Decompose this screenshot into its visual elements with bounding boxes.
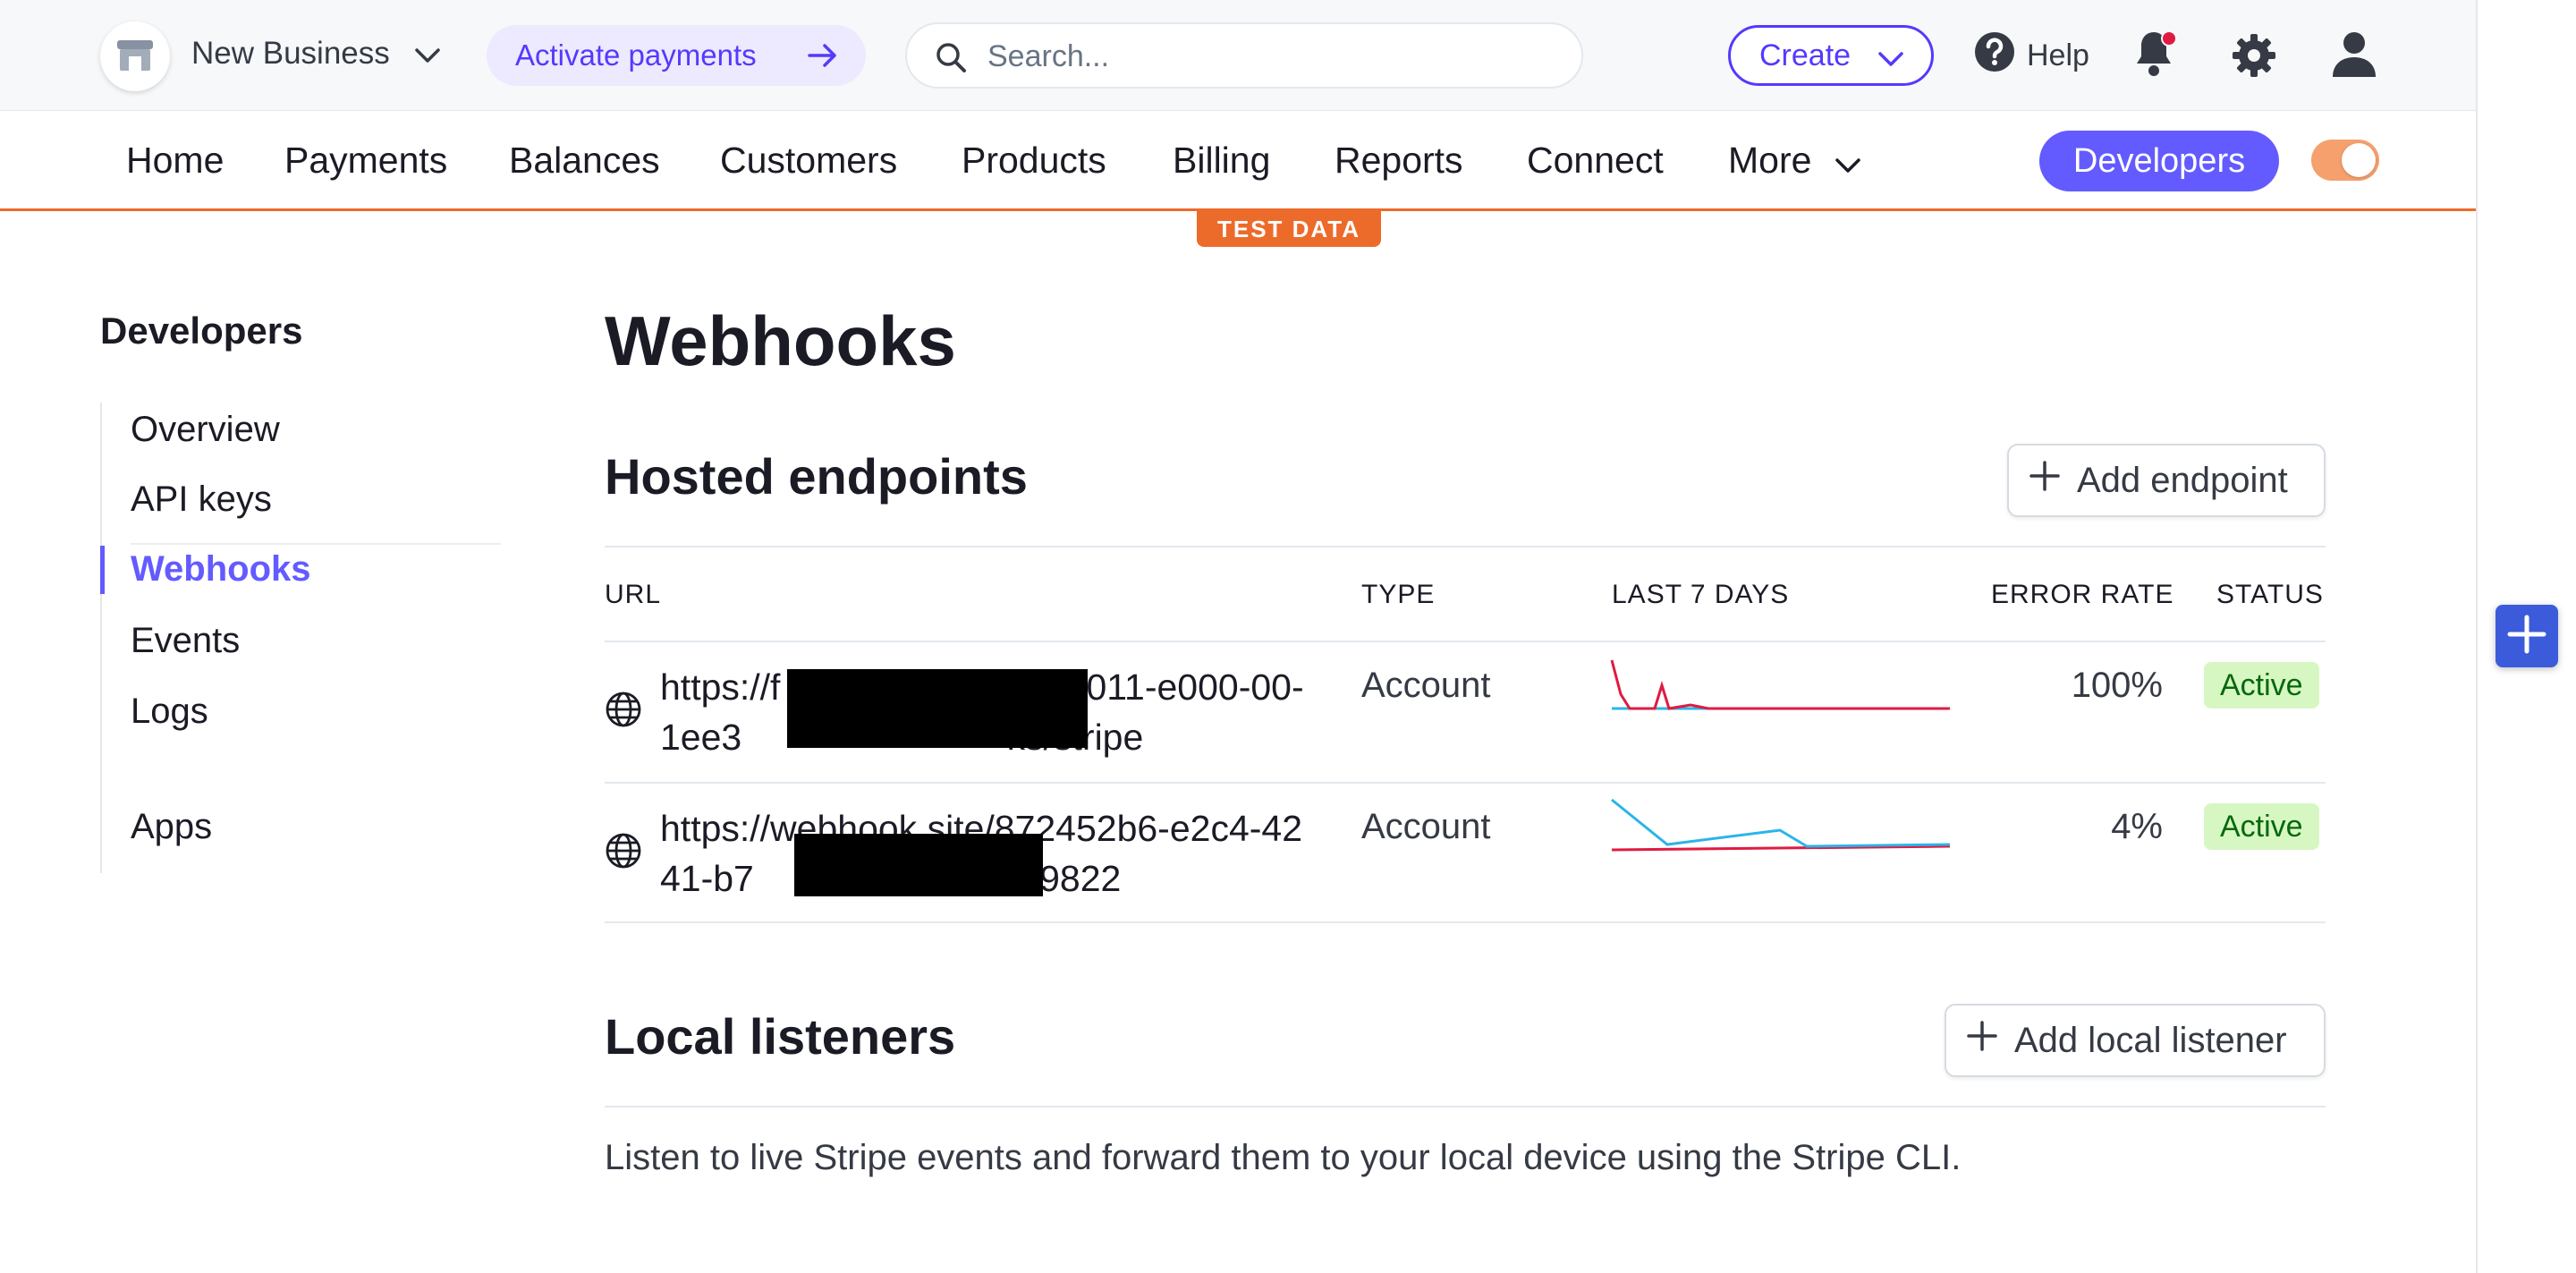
- add-endpoint-button[interactable]: Add endpoint: [2007, 444, 2326, 517]
- page-edge-divider: [2476, 0, 2478, 1273]
- nav-home[interactable]: Home: [126, 140, 224, 182]
- search-icon: [934, 40, 968, 79]
- sparkline-error-line: [1610, 659, 1950, 710]
- globe-icon: [605, 832, 642, 874]
- row-divider: [605, 782, 2326, 784]
- notifications-button[interactable]: [2132, 29, 2182, 82]
- local-listeners-divider: [605, 1106, 2326, 1108]
- developers-button[interactable]: Developers: [2039, 131, 2279, 191]
- column-header-type: TYPE: [1361, 580, 1436, 609]
- sidebar-item-overview[interactable]: Overview: [131, 410, 280, 450]
- status-badge: Active: [2204, 662, 2319, 709]
- chevron-down-icon[interactable]: [1830, 149, 1866, 186]
- sidebar-rail: [100, 403, 102, 873]
- column-header-last-7-days: LAST 7 DAYS: [1612, 580, 1790, 609]
- sidebar-title: Developers: [100, 310, 303, 352]
- redaction-box: [794, 834, 1043, 896]
- column-header-error-rate: ERROR RATE: [1991, 580, 2174, 609]
- error-rate: 100%: [2071, 666, 2163, 705]
- nav-payments[interactable]: Payments: [284, 140, 447, 182]
- search-input[interactable]: [987, 37, 1560, 76]
- business-logo[interactable]: [100, 21, 170, 91]
- table-header-divider: [605, 641, 2326, 642]
- sidebar-divider: [131, 543, 501, 545]
- user-icon[interactable]: [2331, 30, 2377, 83]
- plus-icon: [2029, 460, 2061, 501]
- sparkline-chart: [1610, 659, 1950, 710]
- arrow-right-icon: [807, 41, 839, 77]
- sidebar-active-indicator: [100, 546, 105, 594]
- activate-payments-button[interactable]: Activate payments: [487, 25, 866, 86]
- business-name[interactable]: New Business: [191, 36, 390, 72]
- store-icon: [115, 37, 155, 77]
- help-label: Help: [2027, 38, 2089, 72]
- sidebar-item-api-keys[interactable]: API keys: [131, 479, 272, 520]
- page-title: Webhooks: [605, 301, 956, 380]
- sparkline-success-line: [1611, 798, 1951, 848]
- globe-icon: [605, 691, 642, 733]
- nav-reports[interactable]: Reports: [1335, 140, 1463, 182]
- endpoint-type: Account: [1361, 807, 1491, 846]
- add-local-listener-button[interactable]: Add local listener: [1945, 1004, 2326, 1077]
- hosted-endpoints-title: Hosted endpoints: [605, 448, 1028, 505]
- add-local-listener-label: Add local listener: [2014, 1020, 2287, 1060]
- create-button[interactable]: Create: [1728, 25, 1934, 86]
- create-label: Create: [1759, 38, 1852, 72]
- bell-icon: [2132, 32, 2175, 82]
- sparkline-error-line: [1611, 844, 1951, 852]
- plus-icon: [1966, 1020, 1998, 1061]
- nav-billing[interactable]: Billing: [1173, 140, 1270, 182]
- column-header-status: STATUS: [2216, 580, 2324, 609]
- nav-connect[interactable]: Connect: [1527, 140, 1664, 182]
- endpoint-type: Account: [1361, 666, 1491, 705]
- plus-icon: [2506, 614, 2547, 659]
- column-header-url: URL: [605, 580, 662, 609]
- local-listeners-title: Local listeners: [605, 1008, 956, 1065]
- nav-customers[interactable]: Customers: [720, 140, 897, 182]
- gear-icon[interactable]: [2231, 32, 2277, 83]
- nav-balances[interactable]: Balances: [509, 140, 660, 182]
- sidebar-item-logs[interactable]: Logs: [131, 692, 208, 732]
- add-endpoint-label: Add endpoint: [2077, 460, 2288, 500]
- test-data-badge: TEST DATA: [1197, 211, 1381, 247]
- activate-payments-label: Activate payments: [515, 38, 757, 72]
- sparkline-chart: [1611, 798, 1951, 852]
- help-button[interactable]: Help: [1973, 30, 2089, 81]
- toggle-knob: [2342, 143, 2376, 177]
- nav-more[interactable]: More: [1728, 140, 1811, 182]
- table-bottom-divider: [605, 921, 2326, 923]
- error-rate: 4%: [2111, 807, 2163, 846]
- top-bar: New Business Activate payments Create He…: [0, 0, 2476, 111]
- sidebar-item-apps[interactable]: Apps: [131, 807, 212, 847]
- main-nav: Home Payments Balances Customers Product…: [0, 111, 2476, 211]
- redaction-box: [787, 669, 1088, 748]
- search-bar[interactable]: [905, 22, 1583, 89]
- chevron-down-icon: [1876, 44, 1906, 82]
- floating-add-button[interactable]: [2496, 605, 2558, 667]
- status-badge: Active: [2204, 803, 2319, 850]
- table-top-divider: [605, 546, 2326, 547]
- help-circle-icon: [1973, 30, 2016, 81]
- local-listeners-description: Listen to live Stripe events and forward…: [605, 1138, 1962, 1177]
- test-mode-toggle[interactable]: [2311, 140, 2379, 181]
- chevron-down-icon[interactable]: [411, 39, 444, 76]
- sidebar-item-webhooks[interactable]: Webhooks: [131, 549, 311, 590]
- nav-products[interactable]: Products: [962, 140, 1106, 182]
- notification-dot: [2161, 30, 2177, 47]
- sidebar-item-events[interactable]: Events: [131, 621, 240, 661]
